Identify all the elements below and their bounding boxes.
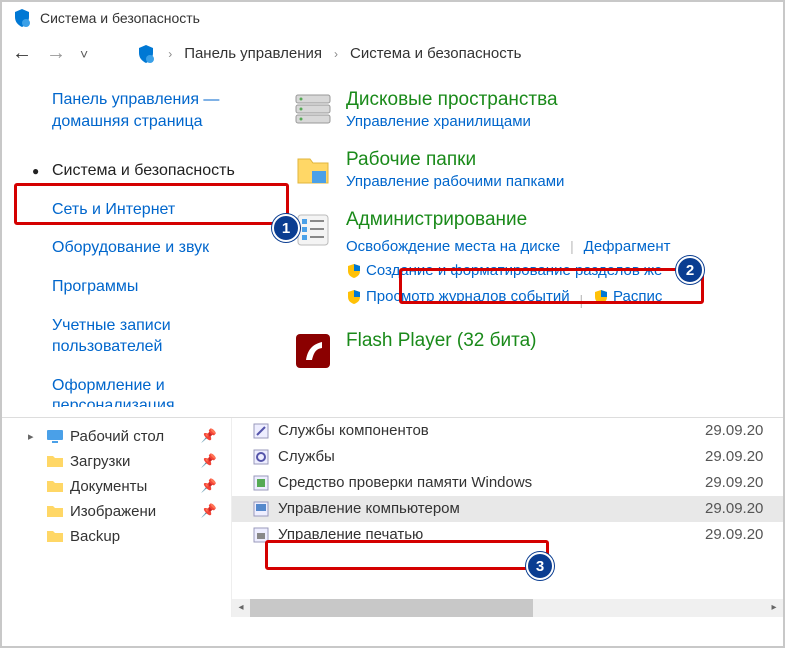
shield-icon — [136, 44, 156, 64]
flash-icon — [292, 330, 334, 372]
file-name: Управление печатью — [278, 526, 423, 543]
tree-item-pictures[interactable]: Изображени 📌 — [6, 499, 227, 524]
tree-item-documents[interactable]: Документы 📌 — [6, 474, 227, 499]
admin-link-partitions[interactable]: Создание и форматирование разделов же — [366, 259, 662, 283]
file-row[interactable]: Службы 29.09.20 — [232, 444, 783, 470]
shield-icon — [12, 8, 32, 28]
pin-icon: 📌 — [201, 503, 225, 519]
category-administration: Администрирование Освобождение места на … — [282, 209, 783, 312]
uac-shield-icon — [593, 289, 609, 305]
disk-icon — [292, 89, 334, 131]
scrollbar-thumb[interactable] — [250, 599, 533, 617]
admin-link-events[interactable]: Просмотр журналов событий — [366, 285, 570, 309]
folder-icon — [46, 503, 64, 519]
up-button[interactable]: ˅ — [80, 46, 88, 62]
file-row[interactable]: Средство проверки памяти Windows 29.09.2… — [232, 470, 783, 496]
tree-item-label: Изображени — [70, 503, 156, 520]
titlebar: Система и безопасность — [2, 2, 783, 34]
sidebar-home-link[interactable]: Панель управления — домашняя страница — [20, 89, 282, 134]
sidebar: Панель управления — домашняя страница Си… — [2, 79, 282, 417]
file-name: Службы — [278, 448, 335, 465]
divider: | — [579, 292, 583, 308]
file-date: 29.09.20 — [705, 500, 775, 517]
breadcrumb-root[interactable]: Панель управления — [184, 45, 322, 62]
pin-icon: 📌 — [201, 453, 225, 469]
sidebar-item-network[interactable]: Сеть и Интернет — [20, 191, 282, 230]
folder-icon — [46, 478, 64, 494]
tree-item-desktop[interactable]: ▸ Рабочий стол 📌 — [6, 424, 227, 449]
tree-item-downloads[interactable]: Загрузки 📌 — [6, 449, 227, 474]
annotation-badge-3: 3 — [526, 552, 554, 580]
category-title[interactable]: Администрирование — [346, 209, 783, 231]
scroll-left-button[interactable]: ◂ — [232, 599, 250, 617]
file-explorer: ▸ Рабочий стол 📌 Загрузки 📌 Документы 📌 … — [2, 417, 783, 617]
annotation-badge-1: 1 — [272, 214, 300, 242]
file-date: 29.09.20 — [705, 448, 775, 465]
admin-link-scheduler[interactable]: Распис — [613, 285, 662, 309]
sidebar-item-accounts[interactable]: Учетные записи пользователей — [20, 307, 282, 367]
category-sublink[interactable]: Управление рабочими папками — [346, 173, 783, 190]
forward-button[interactable]: → — [46, 42, 66, 65]
shortcut-icon — [252, 422, 270, 440]
file-list: Службы компонентов 29.09.20 Службы 29.09… — [232, 418, 783, 617]
chevron-right-icon: › — [334, 47, 338, 61]
breadcrumb-current[interactable]: Система и безопасность — [350, 45, 521, 62]
tree-item-label: Загрузки — [70, 453, 130, 470]
category-title[interactable]: Рабочие папки — [346, 149, 783, 171]
shortcut-icon — [252, 526, 270, 544]
chevron-right-icon[interactable]: ▸ — [28, 430, 34, 443]
shortcut-icon — [252, 474, 270, 492]
breadcrumb[interactable]: › Панель управления › Система и безопасн… — [136, 44, 521, 64]
file-date: 29.09.20 — [705, 474, 775, 491]
sidebar-item-system-security[interactable]: Система и безопасность — [20, 152, 282, 191]
category-title[interactable]: Дисковые пространства — [346, 89, 783, 111]
pin-icon: 📌 — [201, 478, 225, 494]
sidebar-item-hardware[interactable]: Оборудование и звук — [20, 229, 282, 268]
file-date: 29.09.20 — [705, 526, 775, 543]
category-flash-player: Flash Player (32 бита) — [282, 330, 783, 372]
shortcut-icon — [252, 448, 270, 466]
file-row[interactable]: Управление печатью 29.09.20 — [232, 522, 783, 548]
admin-link-cleanup[interactable]: Освобождение места на диске — [346, 238, 560, 255]
folder-icon — [46, 453, 64, 469]
annotation-badge-2: 2 — [676, 256, 704, 284]
scroll-right-button[interactable]: ▸ — [765, 599, 783, 617]
sidebar-item-programs[interactable]: Программы — [20, 268, 282, 307]
file-name: Управление компьютером — [278, 500, 460, 517]
file-name: Средство проверки памяти Windows — [278, 474, 532, 491]
uac-shield-icon — [346, 263, 362, 279]
category-storage-spaces: Дисковые пространства Управление хранили… — [282, 89, 783, 131]
folder-icon — [292, 149, 334, 191]
file-name: Службы компонентов — [278, 422, 429, 439]
admin-link-defrag[interactable]: Дефрагмент — [584, 238, 671, 255]
category-title[interactable]: Flash Player (32 бита) — [346, 330, 783, 352]
window-title: Система и безопасность — [40, 10, 200, 26]
file-date: 29.09.20 — [705, 422, 775, 439]
desktop-icon — [46, 428, 64, 444]
tree-item-label: Документы — [70, 478, 147, 495]
horizontal-scrollbar[interactable]: ◂ ▸ — [232, 599, 783, 617]
folder-tree: ▸ Рабочий стол 📌 Загрузки 📌 Документы 📌 … — [2, 418, 232, 617]
chevron-right-icon: › — [168, 47, 172, 61]
content-panel: Дисковые пространства Управление хранили… — [282, 79, 783, 417]
category-work-folders: Рабочие папки Управление рабочими папкам… — [282, 149, 783, 191]
navbar: ← → ˅ › Панель управления › Система и бе… — [2, 34, 783, 79]
tree-item-label: Backup — [70, 528, 120, 545]
uac-shield-icon — [346, 289, 362, 305]
folder-icon — [46, 528, 64, 544]
tree-item-backup[interactable]: Backup — [6, 524, 227, 549]
shortcut-icon — [252, 500, 270, 518]
pin-icon: 📌 — [201, 428, 225, 444]
sidebar-item-appearance[interactable]: Оформление и персонализация — [20, 367, 282, 407]
tree-item-label: Рабочий стол — [70, 428, 164, 445]
category-sublink[interactable]: Управление хранилищами — [346, 113, 783, 130]
divider: | — [570, 238, 574, 254]
back-button[interactable]: ← — [12, 42, 32, 65]
file-row[interactable]: Службы компонентов 29.09.20 — [232, 418, 783, 444]
file-row-computer-management[interactable]: Управление компьютером 29.09.20 — [232, 496, 783, 522]
